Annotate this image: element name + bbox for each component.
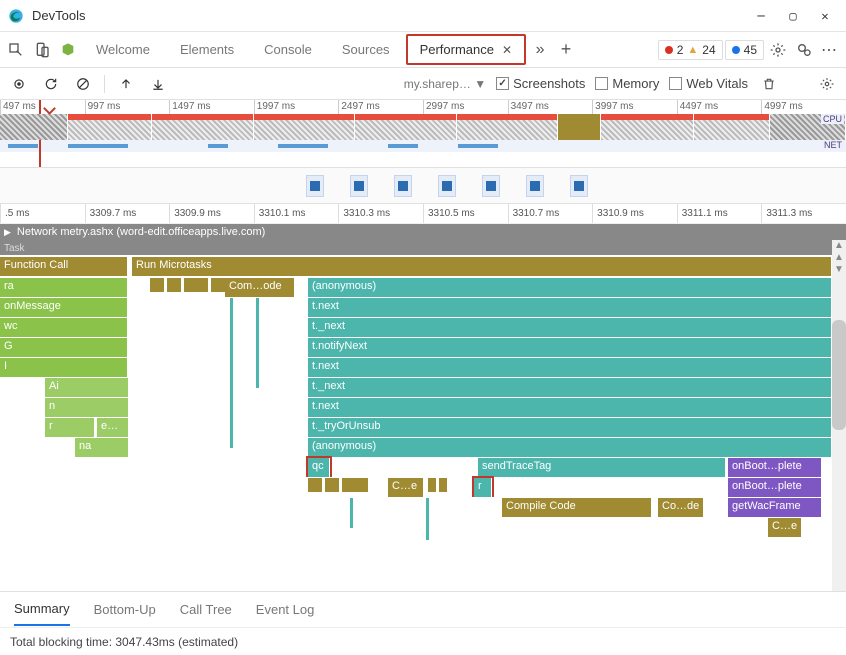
edge-icon [8, 8, 24, 24]
fn-ai[interactable]: Ai [45, 378, 129, 397]
btab-eventlog[interactable]: Event Log [256, 594, 315, 625]
tabbar: Welcome Elements Console Sources Perform… [0, 32, 846, 68]
clear-icon[interactable] [72, 73, 94, 95]
settings-icon[interactable] [766, 38, 790, 62]
flame-graph[interactable]: Task Function Call Run Microtasks Com…od… [0, 240, 846, 591]
fn-code2[interactable]: Co…de [658, 498, 704, 517]
info-count: 45 [744, 43, 757, 57]
blocking-time-label: Total blocking time: 3047.43ms (estimate… [10, 635, 238, 649]
device-icon[interactable] [30, 38, 54, 62]
perf-settings-icon[interactable] [816, 73, 838, 95]
errors-badge[interactable]: 2▲24 [658, 40, 723, 60]
maximize-button[interactable]: ▢ [786, 9, 800, 23]
fn-tnext3[interactable]: t.next [308, 398, 832, 417]
webvitals-checkbox[interactable]: Web Vitals [669, 76, 748, 91]
tab-sources[interactable]: Sources [328, 33, 404, 66]
close-tab-icon[interactable]: ✕ [502, 43, 512, 57]
fn-ra[interactable]: ra [0, 278, 128, 297]
trash-icon[interactable] [758, 73, 780, 95]
fn-na[interactable]: na [75, 438, 129, 457]
task-row: Task [0, 240, 846, 255]
tab-console[interactable]: Console [250, 33, 326, 66]
fn-getwac[interactable]: getWacFrame [728, 498, 822, 517]
info-badge[interactable]: 45 [725, 40, 764, 60]
fn-tryorunsub[interactable]: t._tryOrUnsub [308, 418, 832, 437]
fn-e[interactable]: e… [97, 418, 129, 437]
perf-toolbar: my.sharep… ▼ Screenshots Memory Web Vita… [0, 68, 846, 100]
btab-bottomup[interactable]: Bottom-Up [94, 594, 156, 625]
tab-elements[interactable]: Elements [166, 33, 248, 66]
fn-i[interactable]: I [0, 358, 128, 377]
more-tabs-icon[interactable]: » [528, 38, 552, 62]
record-icon[interactable] [8, 73, 30, 95]
cpu-label: CPU [821, 114, 844, 124]
inspect-icon[interactable] [4, 38, 28, 62]
memory-checkbox[interactable]: Memory [595, 76, 659, 91]
upload-icon[interactable] [115, 73, 137, 95]
fn-n[interactable]: n [45, 398, 129, 417]
fn-sendtracetag[interactable]: sendTraceTag [478, 458, 726, 477]
network-strip-label: Network metry.ashx (word-edit.officeapps… [17, 226, 265, 238]
fn-r[interactable]: r [474, 478, 492, 497]
fn-onboot1[interactable]: onBoot…plete [728, 458, 822, 477]
errors-count: 2 [677, 43, 684, 57]
fn-run-microtasks[interactable]: Run Microtasks [132, 257, 832, 276]
net-label: NET [822, 140, 844, 150]
fn-r-left[interactable]: r [45, 418, 95, 437]
fn-onmessage[interactable]: onMessage [0, 298, 128, 317]
screenshots-checkbox[interactable]: Screenshots [496, 76, 585, 91]
fn-compilecode[interactable]: Compile Code [502, 498, 652, 517]
fn-tnext1[interactable]: t.next [308, 298, 832, 317]
tab-performance[interactable]: Performance ✕ [406, 34, 526, 65]
reload-icon[interactable] [40, 73, 62, 95]
fn-cde1[interactable]: C…e [388, 478, 424, 497]
fn-ce2[interactable]: C…e [768, 518, 802, 537]
add-tab-icon[interactable]: + [554, 38, 578, 62]
network-strip[interactable]: ▶ Network metry.ashx (word-edit.officeap… [0, 224, 846, 240]
3d-icon[interactable] [56, 38, 80, 62]
titlebar: DevTools ─ ▢ ✕ [0, 0, 846, 32]
overview-timeline[interactable]: 497 ms997 ms1497 ms1997 ms2497 ms2997 ms… [0, 100, 846, 168]
fn-onboot2[interactable]: onBoot…plete [728, 478, 822, 497]
btab-summary[interactable]: Summary [14, 593, 70, 626]
tab-performance-label: Performance [420, 42, 494, 57]
warnings-count: 24 [702, 43, 715, 57]
target-dropdown[interactable]: my.sharep… ▼ [404, 77, 486, 91]
fn-notify[interactable]: t.notifyNext [308, 338, 832, 357]
footer: Total blocking time: 3047.43ms (estimate… [0, 627, 846, 655]
overview-ruler: 497 ms997 ms1497 ms1997 ms2497 ms2997 ms… [0, 100, 846, 114]
fn-t_next1[interactable]: t._next [308, 318, 832, 337]
download-icon[interactable] [147, 73, 169, 95]
fn-anon2[interactable]: (anonymous) [308, 438, 832, 457]
expand-icon[interactable]: ▶ [4, 227, 11, 238]
close-button[interactable]: ✕ [818, 9, 832, 23]
feedback-icon[interactable] [792, 38, 816, 62]
fn-qc[interactable]: qc [308, 458, 330, 477]
more-icon[interactable]: ⋯ [818, 38, 842, 62]
tab-welcome[interactable]: Welcome [82, 33, 164, 66]
fn-anon1[interactable]: (anonymous) [308, 278, 832, 297]
bottom-tabs: Summary Bottom-Up Call Tree Event Log [0, 591, 846, 627]
scroll-arrows[interactable]: ▲▲▼ [832, 240, 846, 275]
vscrollbar[interactable] [832, 240, 846, 591]
net-row [0, 140, 846, 152]
screenshot-strip[interactable] [0, 168, 846, 204]
detail-ruler[interactable]: .5 ms3309.7 ms3309.9 ms3310.1 ms3310.3 m… [0, 204, 846, 224]
fn-compile[interactable]: Com…ode [225, 278, 295, 297]
window-title: DevTools [32, 8, 754, 23]
minimize-button[interactable]: ─ [754, 9, 768, 23]
fn-t_next2[interactable]: t._next [308, 378, 832, 397]
fn-tnext2[interactable]: t.next [308, 358, 832, 377]
fn-function-call[interactable]: Function Call [0, 257, 128, 276]
cpu-row [0, 114, 846, 140]
btab-calltree[interactable]: Call Tree [180, 594, 232, 625]
fn-wc[interactable]: wc [0, 318, 128, 337]
fn-g[interactable]: G [0, 338, 128, 357]
